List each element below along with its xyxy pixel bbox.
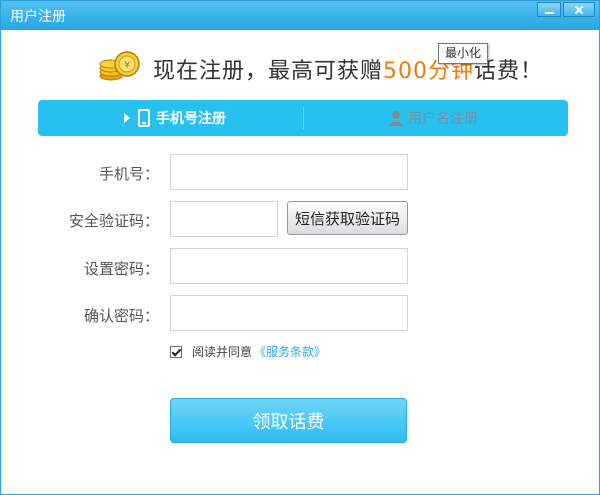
registration-tabs: 手机号注册 用户名注册	[38, 100, 568, 136]
phone-label: 手机号：	[98, 165, 159, 183]
minimize-button[interactable]	[537, 2, 561, 17]
user-icon	[389, 111, 403, 126]
password-label: 设置密码：	[83, 260, 159, 278]
agreement-row: 阅读并同意 《服务条款》	[170, 343, 326, 360]
verification-code-label: 安全验证码：	[68, 212, 159, 230]
tab-username-registration[interactable]: 用户名注册	[388, 100, 478, 136]
phone-input[interactable]	[170, 154, 408, 190]
minimize-tooltip: 最小化	[438, 43, 489, 64]
tab-divider	[303, 107, 304, 129]
svg-text:¥: ¥	[124, 60, 130, 71]
coins-icon: ¥	[99, 51, 140, 81]
close-button[interactable]	[563, 2, 595, 17]
promo-prefix: 现在注册，最高可获赠	[153, 59, 384, 84]
mobile-phone-icon	[138, 109, 150, 127]
get-sms-code-button[interactable]: 短信获取验证码	[287, 201, 408, 235]
tab-username-label: 用户名注册	[408, 111, 478, 127]
agreement-text: 阅读并同意	[192, 345, 253, 359]
tab-phone-label: 手机号注册	[156, 111, 226, 127]
claim-credit-button[interactable]: 领取话费	[170, 398, 407, 443]
window-title: 用户注册	[10, 9, 66, 25]
confirm-password-input[interactable]	[170, 295, 408, 331]
registration-window: 用户注册 最小化 ¥ 现在注册，最高可获赠500分钟话费！ 手机号注册 用户名注…	[0, 0, 600, 495]
terms-link[interactable]: 《服务条款》	[254, 343, 326, 360]
title-bar[interactable]: 用户注册	[1, 1, 599, 30]
verification-code-input[interactable]	[170, 201, 278, 237]
active-arrow-icon	[124, 113, 130, 123]
confirm-password-label: 确认密码：	[83, 307, 159, 325]
tab-phone-registration[interactable]: 手机号注册	[124, 100, 226, 136]
password-input[interactable]	[170, 248, 408, 284]
agree-checkbox[interactable]	[170, 345, 182, 358]
